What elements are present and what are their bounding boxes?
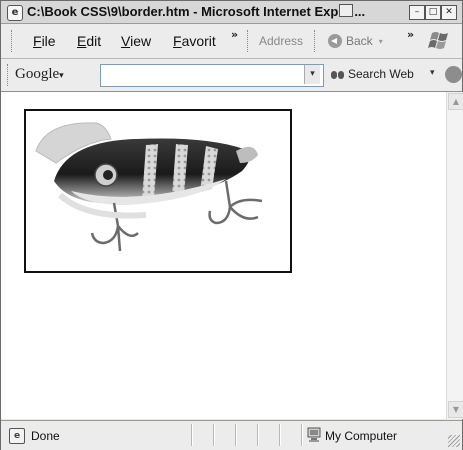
title-icon-inline [339,4,354,17]
search-web-label: Search Web [348,67,414,81]
binoculars-icon [331,68,345,80]
toolbar-overflow-chevron[interactable]: » [407,28,414,41]
status-divider [213,424,215,446]
maximize-button[interactable]: □ [425,5,441,20]
status-text: Done [31,429,60,443]
bordered-image [24,109,292,273]
google-logo-button[interactable]: Google▾ [15,66,64,83]
window-title: C:\Book CSS\9\border.htm - Microsoft Int… [27,4,365,19]
back-button[interactable]: Back ▾ [328,30,383,52]
toolbar-grip[interactable] [7,64,11,86]
page-done-icon: e [9,428,25,444]
title-bar[interactable]: e C:\Book CSS\9\border.htm - Microsoft I… [1,1,462,24]
scroll-down-button[interactable]: ▼ [448,401,463,418]
security-zone-text: My Computer [325,429,398,443]
search-web-dropdown[interactable]: ▾ [430,68,435,78]
window-title-text: C:\Book CSS\9\border.htm - Microsoft Int… [27,4,339,19]
menu-file[interactable]: File [33,33,56,49]
window-title-ellipsis: ... [354,4,366,19]
resize-grip[interactable] [448,435,460,447]
ie-page-icon[interactable]: e [7,5,23,21]
scroll-up-button[interactable]: ▲ [448,93,463,110]
toolbar-grip[interactable] [247,30,251,52]
status-divider [257,424,259,446]
minimize-button[interactable]: – [409,5,425,20]
menu-bar: File Edit View Favorit » Address Back ▾ » [1,24,462,59]
back-dropdown-icon[interactable]: ▾ [379,37,383,46]
google-options-icon[interactable] [445,66,462,83]
toolbar-grip[interactable] [314,30,318,52]
google-toolbar: Google▾ ▾ Search Web ▾ [1,59,462,92]
status-divider [279,424,281,446]
menu-edit[interactable]: Edit [77,33,101,49]
google-search-dropdown[interactable]: ▾ [304,65,320,84]
status-divider [301,424,303,446]
google-menu-arrow-icon: ▾ [59,70,64,80]
menu-view[interactable]: View [121,33,151,49]
google-logo-text: Google [15,66,60,82]
status-bar: e Done My Computer [1,420,462,450]
address-label[interactable]: Address [259,34,303,48]
back-label: Back [346,34,373,48]
toolbar-grip[interactable] [11,30,15,52]
computer-icon [307,427,321,442]
status-divider [191,424,193,446]
browser-window: e C:\Book CSS\9\border.htm - Microsoft I… [0,0,463,450]
vertical-scrollbar[interactable]: ▲ ▼ [446,92,463,419]
menu-overflow-chevron[interactable]: » [231,28,238,41]
back-arrow-icon [328,34,342,48]
search-web-button[interactable]: Search Web [331,67,414,81]
menu-favorites[interactable]: Favorit [173,33,216,49]
status-divider [235,424,237,446]
page-viewport[interactable] [1,92,446,419]
google-search-input[interactable] [100,64,324,87]
fishing-lure-image [35,122,263,252]
close-button[interactable]: ✕ [441,5,457,20]
windows-logo-icon [428,32,448,49]
